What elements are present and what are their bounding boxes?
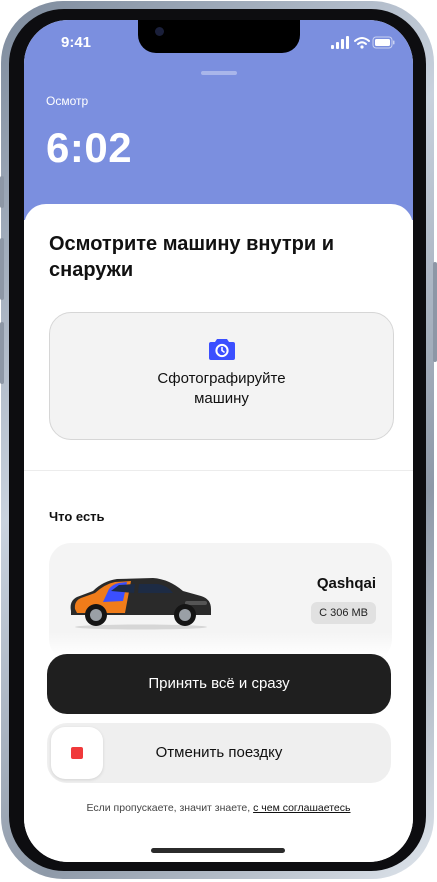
drag-handle[interactable]	[201, 71, 237, 75]
take-photo-label: Сфотографируйте машину	[157, 370, 286, 407]
screen: 9:41 Осмотр 6:02 Осмотрите машину внутри…	[24, 20, 413, 862]
countdown-timer: 6:02	[46, 124, 133, 171]
status-time: 9:41	[61, 34, 92, 51]
terms-link[interactable]: с чем соглашаетесь	[253, 802, 350, 814]
take-photo-card[interactable]: Сфотографируйте машину	[49, 312, 394, 440]
page-title: Осмотрите машину внутри и снаружи	[49, 233, 334, 281]
status-icons	[331, 36, 395, 49]
terms-note: Если пропускаете, значит знаете, с чем с…	[24, 802, 413, 814]
section-divider	[24, 470, 413, 471]
stop-icon	[71, 747, 83, 759]
license-plate-badge: С 306 МВ	[311, 602, 376, 624]
car-image	[70, 578, 211, 630]
dynamic-island	[138, 20, 300, 53]
battery-icon	[372, 36, 395, 49]
car-model-name: Qashqai	[316, 575, 376, 592]
inspection-header: 9:41 Осмотр 6:02	[24, 20, 413, 220]
terms-text: Если пропускаете, значит знаете,	[86, 802, 254, 814]
section-eyebrow: Осмотр	[46, 94, 89, 108]
scroll-fade	[24, 632, 413, 656]
home-indicator[interactable]	[151, 848, 285, 853]
cancel-trip-button[interactable]: Отменить поездку	[47, 723, 391, 783]
signal-icon	[331, 36, 349, 49]
accept-all-button[interactable]: Принять всё и сразу	[47, 654, 391, 714]
camera-icon	[209, 339, 235, 360]
cancel-slider-handle[interactable]	[51, 727, 103, 779]
wifi-icon	[354, 37, 370, 45]
section-title: Что есть	[49, 509, 105, 524]
